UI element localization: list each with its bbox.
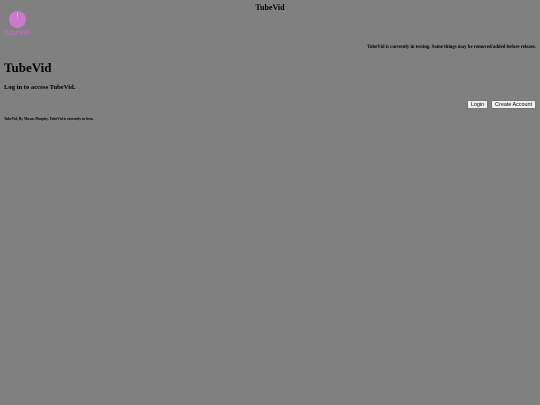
logo-text: TubeVid xyxy=(3,30,30,37)
login-button[interactable]: Login xyxy=(466,100,489,109)
page-title: TubeVid xyxy=(255,3,285,12)
main-heading: TubeVid xyxy=(4,60,52,75)
login-prompt: Log in to access TubeVid. xyxy=(4,84,76,91)
create-account-button[interactable]: Create Account xyxy=(491,100,536,109)
logo[interactable]: ! TubeVid xyxy=(3,9,33,39)
page: TubeVid ! TubeVid TubeVid is currently i… xyxy=(0,0,540,405)
footer-text: TubeVid, By Mason Murphy. TubeVid is cur… xyxy=(4,117,94,121)
logo-glyph: ! xyxy=(15,12,20,21)
testing-notice: TubeVid is currently in testing. Some th… xyxy=(367,45,536,50)
auth-buttons: Login Create Account xyxy=(466,100,536,109)
